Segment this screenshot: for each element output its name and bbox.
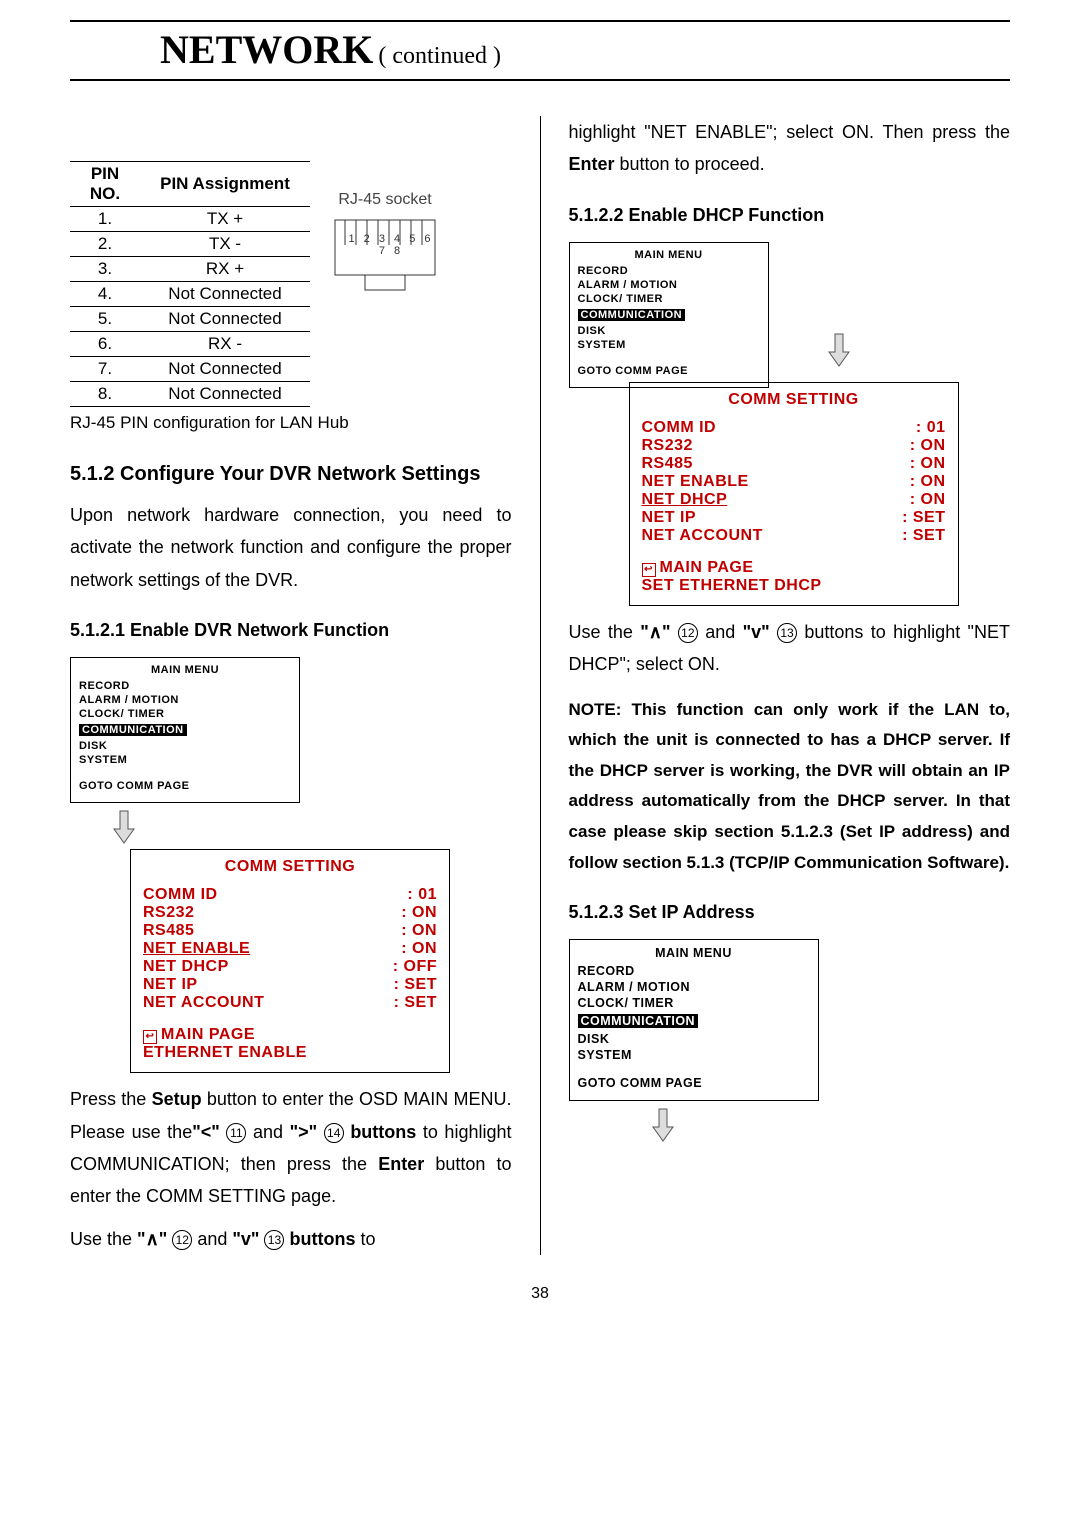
button-14-icon: 14 bbox=[324, 1123, 344, 1143]
column-divider bbox=[540, 116, 541, 1255]
page-title-continued: ( continued ) bbox=[378, 43, 501, 69]
button-12-icon: 12 bbox=[172, 1230, 192, 1250]
dhcp-note: NOTE: This function can only work if the… bbox=[569, 695, 1011, 879]
page-body: PIN NO. PIN Assignment 1.TX + 2.TX - 3.R… bbox=[0, 81, 1080, 1265]
mm-communication: COMMUNICATION bbox=[79, 724, 187, 736]
pin-col-no: PIN NO. bbox=[70, 162, 140, 207]
mm-record: RECORD bbox=[79, 680, 291, 692]
button-13-icon: 13 bbox=[777, 623, 797, 643]
section-5-1-2-2: 5.1.2.2 Enable DHCP Function bbox=[569, 205, 1011, 226]
right-column: highlight "NET ENABLE"; select ON. Then … bbox=[569, 111, 1011, 1255]
right-intro: highlight "NET ENABLE"; select ON. Then … bbox=[569, 116, 1011, 181]
pin-col-assign: PIN Assignment bbox=[140, 162, 310, 207]
mm-disk: DISK bbox=[79, 740, 291, 752]
section-5-1-2-3: 5.1.2.3 Set IP Address bbox=[569, 902, 1011, 923]
pin-row: 7.Not Connected bbox=[70, 357, 310, 382]
page-number: 38 bbox=[0, 1285, 1080, 1303]
arrow-down-icon bbox=[649, 1107, 829, 1143]
main-menu-title: MAIN MENU bbox=[79, 664, 291, 676]
page-header: NETWORK ( continued ) bbox=[70, 20, 1010, 81]
pin-table-header: PIN NO. PIN Assignment bbox=[70, 162, 310, 207]
para-5121-b: Use the "∧" 12 and "v" 13 buttons to bbox=[70, 1223, 512, 1255]
left-column: PIN NO. PIN Assignment 1.TX + 2.TX - 3.R… bbox=[70, 111, 512, 1255]
rj45-socket: RJ-45 socket 1 2 3 4 5 6 7 8 bbox=[330, 191, 440, 295]
button-11-icon: 11 bbox=[226, 1123, 246, 1143]
pin-row: 6.RX - bbox=[70, 332, 310, 357]
osd-group-dhcp: MAIN MENU RECORD ALARM / MOTION CLOCK/ T… bbox=[569, 242, 1011, 606]
arrow-down-icon bbox=[110, 809, 512, 845]
pin-row: 3.RX + bbox=[70, 257, 310, 282]
section-5-1-2-1: 5.1.2.1 Enable DVR Network Function bbox=[70, 620, 512, 641]
main-menu-box-dhcp: MAIN MENU RECORD ALARM / MOTION CLOCK/ T… bbox=[569, 242, 769, 388]
comm-main-page: MAIN PAGE bbox=[143, 1026, 437, 1044]
pin-table-caption: RJ-45 PIN configuration for LAN Hub bbox=[70, 413, 512, 433]
pin-row: 4.Not Connected bbox=[70, 282, 310, 307]
osd-group-ip: MAIN MENU RECORD ALARM / MOTION CLOCK/ T… bbox=[569, 939, 829, 1143]
pin-row: 8.Not Connected bbox=[70, 382, 310, 407]
pin-row: 5.Not Connected bbox=[70, 307, 310, 332]
pin-row: 2.TX - bbox=[70, 232, 310, 257]
section-5-1-2-para: Upon network hardware connection, you ne… bbox=[70, 499, 512, 596]
mm-alarm: ALARM / MOTION bbox=[79, 694, 291, 706]
pin-table: PIN NO. PIN Assignment 1.TX + 2.TX - 3.R… bbox=[70, 161, 310, 407]
comm-setting-box-dhcp: COMM SETTING COMM ID: 01 RS232: ON RS485… bbox=[629, 382, 959, 606]
page-title: NETWORK bbox=[160, 27, 373, 72]
comm-title: COMM SETTING bbox=[143, 858, 437, 876]
pin-row: 1.TX + bbox=[70, 207, 310, 232]
arrow-down-icon bbox=[825, 332, 853, 368]
section-5-1-2: 5.1.2 Configure Your DVR Network Setting… bbox=[70, 459, 512, 489]
comm-setting-box: COMM SETTING COMM ID: 01 RS232: ON RS485… bbox=[130, 849, 450, 1073]
mm-goto: GOTO COMM PAGE bbox=[79, 780, 291, 792]
para-5122: Use the "∧" 12 and "v" 13 buttons to hig… bbox=[569, 616, 1011, 681]
button-12-icon: 12 bbox=[678, 623, 698, 643]
rj45-label: RJ-45 socket bbox=[338, 191, 431, 208]
para-5121-a: Press the Setup button to enter the OSD … bbox=[70, 1083, 512, 1213]
main-menu-box: MAIN MENU RECORD ALARM / MOTION CLOCK/ T… bbox=[70, 657, 300, 803]
button-13-icon: 13 bbox=[264, 1230, 284, 1250]
comm-footer-line: ETHERNET ENABLE bbox=[143, 1044, 437, 1062]
mm-system: SYSTEM bbox=[79, 754, 291, 766]
rj45-digits: 1 2 3 4 5 6 7 8 bbox=[342, 233, 440, 257]
mm-clock: CLOCK/ TIMER bbox=[79, 708, 291, 720]
osd-group-net-enable: MAIN MENU RECORD ALARM / MOTION CLOCK/ T… bbox=[70, 657, 512, 1073]
main-menu-box-ip: MAIN MENU RECORD ALARM / MOTION CLOCK/ T… bbox=[569, 939, 819, 1101]
